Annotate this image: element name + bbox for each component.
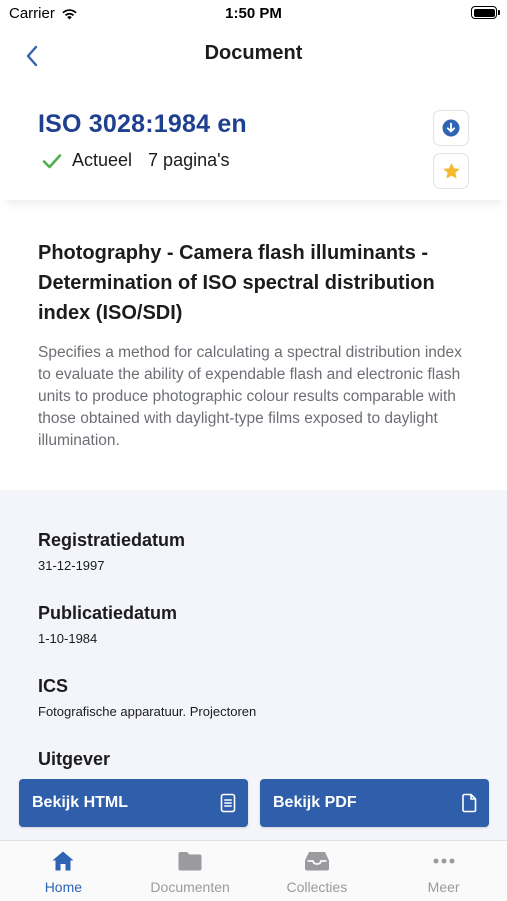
tab-meer[interactable]: Meer (380, 841, 507, 901)
tab-bar: Home Documenten Collecties Meer (0, 840, 507, 901)
tab-home-label: Home (44, 879, 83, 895)
status-time: 1:50 PM (225, 5, 282, 22)
publication-date-label: Publicatiedatum (38, 603, 178, 623)
document-text-icon (220, 793, 236, 813)
publisher-field: Uitgever (38, 749, 110, 770)
publication-date-value: 1-10-1984 (38, 631, 98, 646)
home-icon (52, 851, 74, 871)
view-pdf-label: Bekijk PDF (273, 794, 357, 811)
ics-label: ICS (38, 676, 69, 696)
favorite-button[interactable] (433, 153, 469, 189)
document-meta: Actueel 7 pagina's (42, 150, 230, 171)
more-icon (433, 858, 455, 864)
tab-meer-label: Meer (427, 879, 460, 895)
ics-field: ICS Fotografische apparatuur. Projectore… (38, 676, 256, 719)
document-header-card: ISO 3028:1984 en Actueel 7 pagina's (0, 82, 507, 200)
view-html-button[interactable]: Bekijk HTML (19, 779, 248, 827)
registration-date-label: Registratiedatum (38, 530, 186, 550)
page-title: Document (204, 42, 303, 64)
star-icon (442, 162, 460, 179)
ics-value: Fotografische apparatuur. Projectoren (38, 704, 257, 719)
tab-documenten-label: Documenten (150, 879, 230, 895)
document-pages: 7 pagina's (148, 150, 230, 170)
tab-collecties-label: Collecties (286, 879, 348, 895)
check-icon (42, 153, 62, 168)
file-icon (462, 793, 477, 813)
download-icon (442, 119, 460, 137)
document-id: ISO 3028:1984 en (38, 110, 247, 138)
status-bar: Carrier 1:50 PM (0, 0, 507, 28)
publication-date-field: Publicatiedatum 1-10-1984 (38, 603, 177, 646)
document-status: Actueel (72, 150, 133, 170)
tab-home[interactable]: Home (0, 841, 127, 901)
tab-documenten[interactable]: Documenten (127, 841, 254, 901)
inbox-icon (304, 852, 329, 871)
registration-date-value: 31-12-1997 (38, 558, 105, 573)
download-button[interactable] (433, 110, 469, 146)
document-description-section: Photography - Camera flash illuminants -… (38, 238, 478, 452)
view-html-label: Bekijk HTML (32, 794, 129, 811)
battery-icon (471, 6, 500, 19)
tab-collecties[interactable]: Collecties (254, 841, 381, 901)
publisher-label: Uitgever (38, 749, 111, 769)
registration-date-field: Registratiedatum 31-12-1997 (38, 530, 185, 573)
document-description: Specifies a method for calculating a spe… (38, 344, 462, 449)
document-title: Photography - Camera flash illuminants -… (38, 242, 435, 324)
view-pdf-button[interactable]: Bekijk PDF (260, 779, 489, 827)
folder-icon (178, 852, 202, 871)
navigation-bar: Document (0, 28, 507, 82)
